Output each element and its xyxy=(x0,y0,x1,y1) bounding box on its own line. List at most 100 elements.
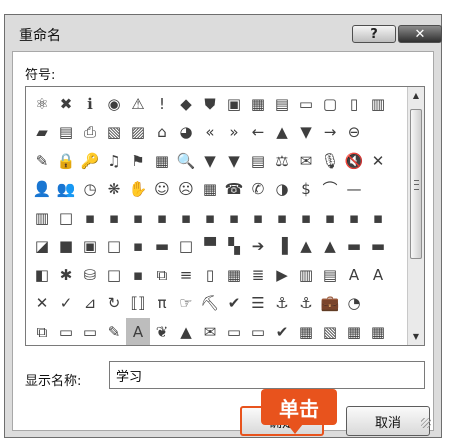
symbol-cell[interactable]: ▼ xyxy=(294,119,318,148)
symbol-cell[interactable]: A xyxy=(366,261,390,290)
close-button[interactable]: ✕ xyxy=(398,25,442,43)
symbol-cell[interactable]: A xyxy=(126,318,150,345)
symbol-cell[interactable]: ✕ xyxy=(30,290,54,319)
symbol-cell[interactable]: ⚠ xyxy=(126,90,150,119)
symbol-cell[interactable]: ▤ xyxy=(318,261,342,290)
symbol-cell[interactable]: ⌂ xyxy=(150,119,174,148)
symbol-cell[interactable]: ▲ xyxy=(318,233,342,262)
symbol-cell[interactable]: 🔍 xyxy=(174,147,198,176)
symbol-cell[interactable]: ▤ xyxy=(270,90,294,119)
symbol-cell[interactable]: ▦ xyxy=(246,90,270,119)
symbol-cell[interactable]: ☹ xyxy=(174,176,198,205)
symbol-cell[interactable]: ▦ xyxy=(222,261,246,290)
symbol-cell[interactable]: ◆ xyxy=(174,90,198,119)
symbol-cell[interactable]: ✕ xyxy=(366,147,390,176)
symbol-cell[interactable]: ⚖ xyxy=(270,147,294,176)
symbol-cell[interactable]: ✖ xyxy=(54,90,78,119)
symbol-cell[interactable]: ☺ xyxy=(150,176,174,205)
symbol-cell[interactable]: ▭ xyxy=(294,90,318,119)
symbol-cell[interactable]: ▤ xyxy=(54,119,78,148)
symbol-cell[interactable]: ▥ xyxy=(30,204,54,233)
symbol-cell[interactable]: ▧ xyxy=(102,119,126,148)
symbol-cell[interactable]: ▧ xyxy=(318,318,342,345)
symbol-cell[interactable]: ▬ xyxy=(366,233,390,262)
symbol-cell[interactable]: ▲ xyxy=(294,233,318,262)
symbol-cell[interactable]: — xyxy=(342,176,366,205)
symbol-cell[interactable]: ▥ xyxy=(294,261,318,290)
symbol-cell[interactable]: ✔ xyxy=(270,318,294,345)
symbol-cell[interactable]: ⎙ xyxy=(78,119,102,148)
symbol-cell[interactable]: ■ xyxy=(54,233,78,262)
symbol-cell[interactable]: ▪ xyxy=(150,204,174,233)
symbol-cell[interactable]: ⚓ xyxy=(270,290,294,319)
symbol-cell[interactable]: ◪ xyxy=(30,233,54,262)
symbol-cell[interactable]: □ xyxy=(54,204,78,233)
symbol-cell[interactable]: ▢ xyxy=(318,90,342,119)
symbol-cell[interactable]: ▭ xyxy=(222,318,246,345)
help-button[interactable]: ? xyxy=(352,25,396,43)
symbol-cell[interactable]: ▪ xyxy=(174,204,198,233)
symbol-cell[interactable]: 🔇 xyxy=(342,147,366,176)
symbol-cell[interactable]: ◑ xyxy=(270,176,294,205)
symbol-cell[interactable]: ▪ xyxy=(246,204,270,233)
symbol-cell[interactable]: ⛊ xyxy=(198,90,222,119)
symbol-cell[interactable]: ← xyxy=(246,119,270,148)
symbol-cell[interactable]: ⊿ xyxy=(78,290,102,319)
vertical-scrollbar[interactable]: ▲ ▼ xyxy=(407,87,424,345)
symbol-cell[interactable]: ▪ xyxy=(198,204,222,233)
symbol-cell[interactable]: ▦ xyxy=(198,176,222,205)
symbol-cell[interactable]: ☎ xyxy=(222,176,246,205)
symbol-list[interactable]: ⚛ ✖ ℹ ◉ ⚠! ◆ ⛊ ▣ ▦ ▤ ▭ ▢ ▯ ▥ ▰ ▤ ⎙ ▧ ▨ ⌂ ◕ «» ← ▲ ▼ → ⊖ ✎ 🔒 🔑 ♫ ⚑ ▦ 🔍 ▼ ▼ ▤ ⚖… xyxy=(25,86,425,346)
symbol-cell[interactable]: » xyxy=(222,119,246,148)
symbol-cell[interactable]: ▪ xyxy=(78,204,102,233)
symbol-cell[interactable]: ▪ xyxy=(270,204,294,233)
symbol-cell[interactable]: ⚓ xyxy=(294,290,318,319)
symbol-cell[interactable]: ▲ xyxy=(270,119,294,148)
symbol-cell[interactable]: ✎ xyxy=(102,318,126,345)
symbol-cell[interactable]: 🎙 xyxy=(318,147,342,176)
symbol-cell[interactable]: ↻ xyxy=(102,290,126,319)
symbol-cell[interactable]: ℹ xyxy=(78,90,102,119)
symbol-cell[interactable]: □ xyxy=(174,233,198,262)
symbol-cell[interactable]: ✓ xyxy=(54,290,78,319)
symbol-cell[interactable]: 🔑 xyxy=(78,147,102,176)
cancel-button[interactable]: 取消 xyxy=(346,406,430,436)
symbol-cell[interactable] xyxy=(366,290,390,319)
symbol-cell[interactable]: ▀ xyxy=(198,233,222,262)
symbol-cell[interactable]: ▣ xyxy=(222,90,246,119)
symbol-cell[interactable]: □ xyxy=(102,233,126,262)
symbol-cell[interactable]: ⛏ xyxy=(198,290,222,319)
symbol-cell[interactable]: « xyxy=(198,119,222,148)
symbol-cell[interactable]: ✆ xyxy=(246,176,270,205)
symbol-cell[interactable]: ▬ xyxy=(342,233,366,262)
symbol-cell[interactable]: 👤 xyxy=(30,176,54,205)
symbol-cell[interactable]: ▨ xyxy=(126,119,150,148)
scroll-down-arrow[interactable]: ▼ xyxy=(408,328,424,345)
symbol-cell[interactable]: ▪ xyxy=(318,204,342,233)
symbol-cell[interactable]: ✋ xyxy=(126,176,150,205)
symbol-cell[interactable]: ▥ xyxy=(366,90,390,119)
symbol-cell[interactable]: ▪ xyxy=(126,261,150,290)
symbol-cell[interactable]: 👥 xyxy=(54,176,78,205)
symbol-cell[interactable]: ▭ xyxy=(54,318,78,345)
symbol-cell[interactable]: ▪ xyxy=(366,204,390,233)
symbol-cell[interactable]: ◉ xyxy=(102,90,126,119)
symbol-cell[interactable]: ◕ xyxy=(174,119,198,148)
symbol-cell[interactable]: π xyxy=(150,290,174,319)
scroll-up-arrow[interactable]: ▲ xyxy=(408,87,424,104)
symbol-cell[interactable]: ◔ xyxy=(342,290,366,319)
symbol-cell[interactable]: ▣ xyxy=(78,233,102,262)
resize-grip-icon[interactable] xyxy=(421,418,431,428)
symbol-cell[interactable]: ◧ xyxy=(30,261,54,290)
symbol-cell[interactable]: ⛁ xyxy=(78,261,102,290)
symbol-cell[interactable]: ▪ xyxy=(126,233,150,262)
symbol-cell[interactable]: ▐ xyxy=(270,233,294,262)
symbol-cell[interactable]: ✉ xyxy=(198,318,222,345)
symbol-cell[interactable]: ➔ xyxy=(246,233,270,262)
symbol-cell[interactable] xyxy=(366,176,390,205)
symbol-cell[interactable]: ▯ xyxy=(198,261,222,290)
symbol-cell[interactable]: ▬ xyxy=(150,233,174,262)
symbol-cell[interactable]: ▚ xyxy=(222,233,246,262)
symbol-cell[interactable]: ▼ xyxy=(198,147,222,176)
symbol-cell[interactable]: ▤ xyxy=(246,147,270,176)
